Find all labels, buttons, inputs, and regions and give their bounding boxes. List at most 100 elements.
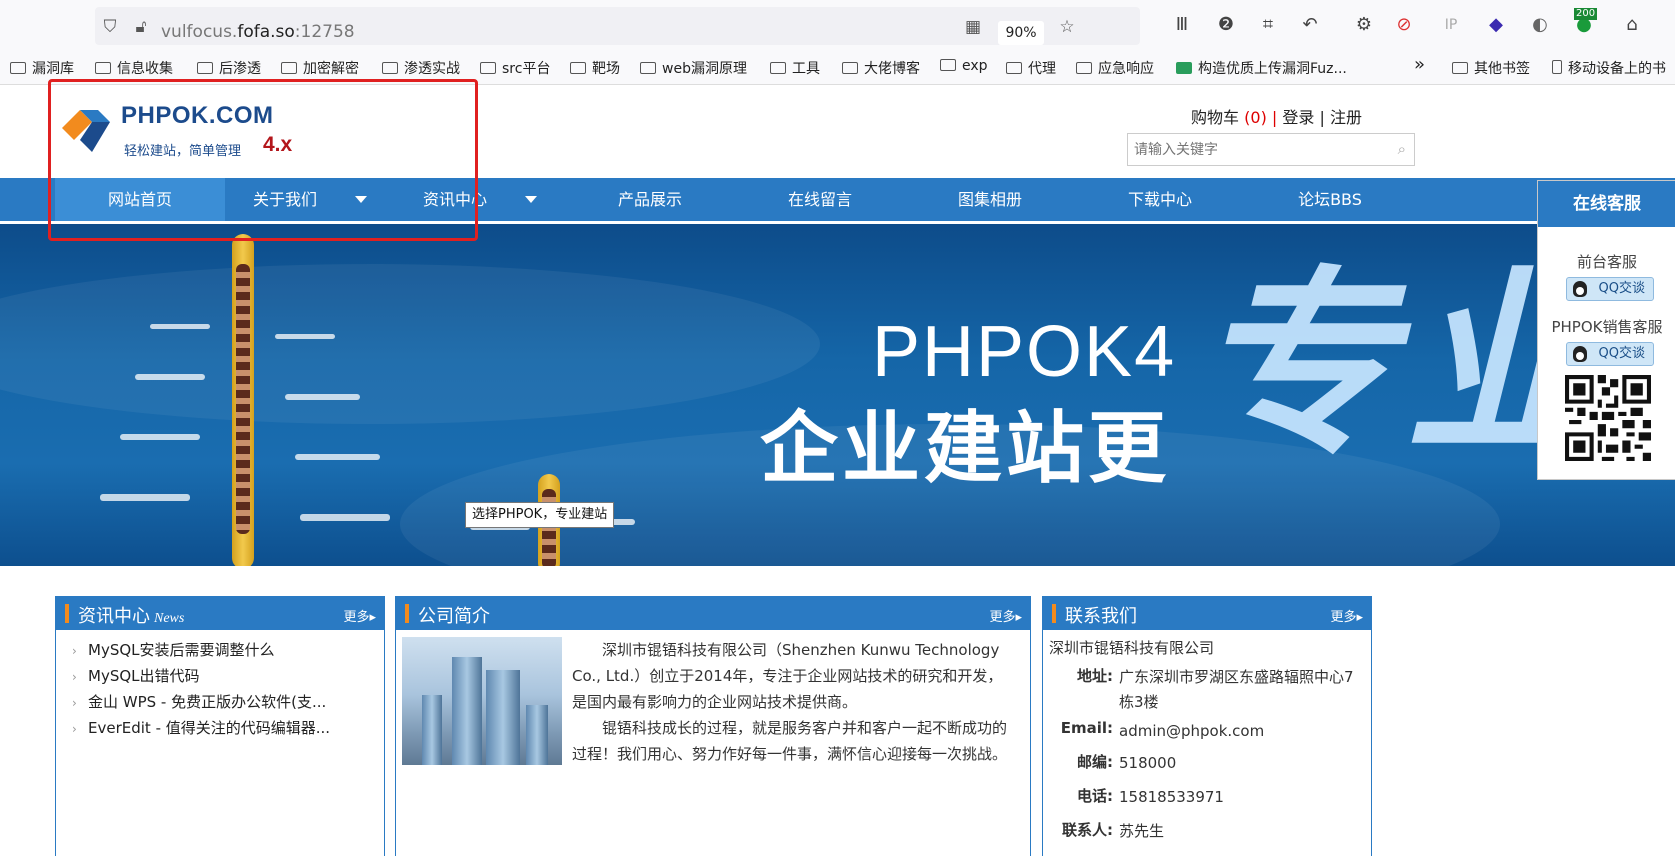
rowers-left <box>236 264 250 534</box>
list-item[interactable]: › MySQL安装后需要调整什么 <box>72 639 275 660</box>
list-item[interactable]: › 金山 WPS - 免费正版办公软件(支... <box>72 691 326 712</box>
hat-extension-icon[interactable]: ⌂ <box>1620 13 1644 37</box>
nav-gallery[interactable]: 图集相册 <box>905 178 1075 221</box>
site-favicon-icon <box>1176 62 1192 74</box>
shield-icon[interactable]: ⛉ <box>100 17 120 37</box>
qq-chat-button[interactable]: QQ交谈 <box>1566 277 1654 301</box>
news-more-link[interactable]: 更多▸ <box>343 606 376 625</box>
building-shape <box>486 670 520 765</box>
wake-mark <box>150 324 210 329</box>
folder-icon <box>570 62 586 74</box>
folder-icon <box>281 62 297 74</box>
online-service-panel: 在线客服 前台客服 QQ交谈 PHPOK销售客服 QQ交谈 <box>1537 180 1675 480</box>
wake-mark <box>135 374 205 380</box>
bookmark-link[interactable]: 构造优质上传漏洞Fuz... <box>1176 58 1347 78</box>
qr-code-icon[interactable]: ▦ <box>963 17 983 37</box>
building-shape <box>526 705 548 765</box>
nav-download[interactable]: 下载中心 <box>1075 178 1245 221</box>
caret-down-icon <box>525 196 537 203</box>
url-text[interactable]: vulfocus.fofa.so:12758 <box>161 22 355 42</box>
hero-banner[interactable]: PHPOK4 企业建站更 专业 选择PHPOK，专业建站 1 2 3 <box>0 224 1675 566</box>
browser-toolbar: ⛉ 🔓︎ vulfocus.fofa.so:12758 ▦ 90% ☆ Ⅲ ❷ … <box>0 0 1675 50</box>
building-shape <box>452 657 482 765</box>
list-item[interactable]: › EverEdit - 值得关注的代码编辑器... <box>72 717 330 738</box>
bookmark-folder[interactable]: src平台 <box>480 58 550 78</box>
service-label: 前台客服 <box>1576 253 1637 271</box>
banner-tooltip: 选择PHPOK，专业建站 <box>465 502 615 528</box>
bookmark-folder[interactable]: 应急响应 <box>1076 58 1154 78</box>
blocked-extension-icon[interactable]: ⊘ <box>1392 13 1416 37</box>
bookmark-folder[interactable]: 加密解密 <box>281 58 359 78</box>
contact-more-link[interactable]: 更多▸ <box>1330 606 1363 625</box>
about-more-link[interactable]: 更多▸ <box>989 606 1022 625</box>
folder-icon <box>95 62 111 74</box>
chevron-right-icon: › <box>72 644 77 658</box>
address-bar[interactable]: ⛉ 🔓︎ vulfocus.fofa.so:12758 ▦ 90% ☆ <box>95 7 1140 45</box>
qr-code-image <box>1565 375 1651 461</box>
user-links: 购物车 (0) | 登录 | 注册 <box>1191 104 1362 128</box>
bookmark-folder[interactable]: 渗透实战 <box>382 58 460 78</box>
bookmark-folder[interactable]: 信息收集 <box>95 58 173 78</box>
nav-bbs[interactable]: 论坛BBS <box>1245 178 1415 221</box>
title-accent <box>65 604 69 623</box>
bookmark-folder[interactable]: 其他书签 <box>1452 58 1530 78</box>
about-paragraph: 锟铻科技成长的过程，就是服务客户并和客户一起不断成功的过程！我们用心、努力作好每… <box>572 719 1008 763</box>
chevron-more-icon[interactable]: » <box>1414 54 1425 75</box>
extension-icon[interactable]: ⚙ <box>1352 13 1376 37</box>
wake-mark <box>300 514 390 521</box>
insecure-lock-icon[interactable]: 🔓︎ <box>131 17 151 37</box>
bookmark-folder[interactable]: 大佬博客 <box>842 58 920 78</box>
qq-penguin-icon <box>1573 281 1587 297</box>
banner-subtitle: 企业建站更 <box>760 404 1171 494</box>
bookmark-folder[interactable]: exp <box>940 58 988 74</box>
library-icon[interactable]: Ⅲ <box>1170 13 1194 37</box>
search-input[interactable] <box>1134 138 1384 162</box>
wake-mark <box>295 454 380 460</box>
service-title[interactable]: 在线客服 <box>1538 181 1675 227</box>
bookmark-folder[interactable]: 代理 <box>1006 58 1056 78</box>
about-box: 公司简介 更多▸ 深圳市锟铻科技有限公司（Shenzhen Kunwu Tech… <box>395 596 1031 856</box>
separator: | <box>1319 108 1325 127</box>
crop-icon[interactable]: ⌗ <box>1256 13 1280 37</box>
nav-products[interactable]: 产品展示 <box>565 178 735 221</box>
list-item[interactable]: › MySQL出错代码 <box>72 665 200 686</box>
phone-icon <box>1552 60 1562 74</box>
contact-box-header: 联系我们 更多▸ <box>1043 597 1371 630</box>
about-title: 公司简介 <box>418 606 490 627</box>
news-box-header: 资讯中心 News 更多▸ <box>56 597 384 630</box>
login-link[interactable]: 登录 <box>1282 108 1314 127</box>
undo-icon[interactable]: ↶ <box>1298 13 1322 37</box>
ip-extension-icon[interactable]: IP <box>1439 13 1463 37</box>
about-text: 深圳市锟铻科技有限公司（Shenzhen Kunwu Technology Co… <box>572 637 1008 767</box>
bookmark-folder[interactable]: 移动设备上的书 <box>1552 58 1666 78</box>
title-accent <box>1052 604 1056 623</box>
annotation-highlight-box <box>48 79 478 241</box>
bookmark-folder[interactable]: 后渗透 <box>197 58 261 78</box>
bookmark-folder[interactable]: 工具 <box>770 58 820 78</box>
layers-extension-icon[interactable]: ◆ <box>1484 13 1508 37</box>
extension-badge-icon[interactable]: ❷ <box>1214 13 1238 37</box>
folder-icon <box>382 62 398 74</box>
nav-message[interactable]: 在线留言 <box>735 178 905 221</box>
zoom-level[interactable]: 90% <box>998 21 1044 45</box>
register-link[interactable]: 注册 <box>1330 108 1362 127</box>
star-bookmark-icon[interactable]: ☆ <box>1057 17 1077 37</box>
chevron-right-icon: › <box>72 670 77 684</box>
bookmark-folder[interactable]: 漏洞库 <box>10 58 74 78</box>
cart-link[interactable]: 购物车 (0) <box>1191 108 1267 127</box>
search-icon[interactable]: ⌕ <box>1398 140 1406 158</box>
wake-mark <box>285 394 360 400</box>
bookmark-folder[interactable]: web漏洞原理 <box>640 58 747 78</box>
qq-chat-button[interactable]: QQ交谈 <box>1566 342 1654 366</box>
qq-penguin-icon <box>1573 346 1587 362</box>
circle-extension-icon[interactable]: ◐ <box>1528 13 1552 37</box>
contact-company: 深圳市锟铻科技有限公司 <box>1049 639 1215 657</box>
counter-badge: 200 <box>1574 8 1598 20</box>
folder-icon <box>10 62 26 74</box>
company-building-image[interactable] <box>402 637 562 765</box>
folder-icon <box>1006 62 1022 74</box>
building-shape <box>422 695 442 765</box>
bookmark-folder[interactable]: 靶场 <box>570 58 620 78</box>
folder-icon <box>940 59 956 71</box>
folder-icon <box>842 62 858 74</box>
